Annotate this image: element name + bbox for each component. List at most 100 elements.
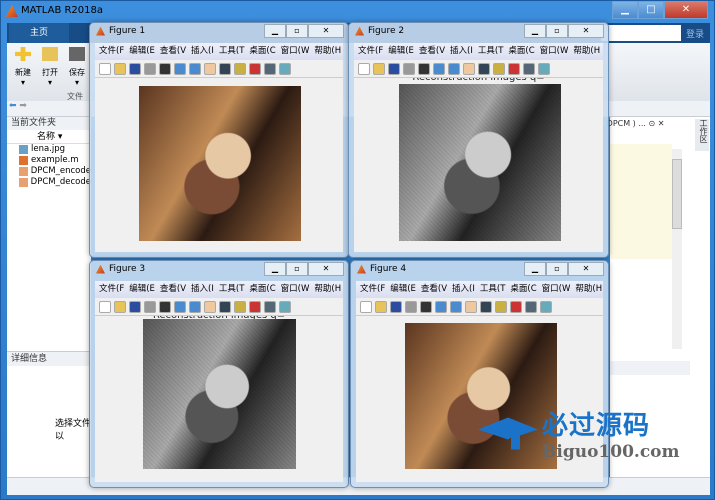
menu-item[interactable]: 插入(I	[452, 281, 475, 298]
file-item[interactable]: example.m	[7, 155, 91, 166]
menu-item[interactable]: 帮助(H	[575, 281, 602, 298]
menu-item[interactable]: 帮助(H	[314, 281, 341, 298]
menu-item[interactable]: 插入(I	[450, 43, 473, 60]
menu-item[interactable]: 工具(T	[478, 43, 504, 60]
zoom-in-icon[interactable]	[435, 301, 447, 313]
zoom-out-icon[interactable]	[450, 301, 462, 313]
rotate-icon[interactable]	[219, 63, 231, 75]
tab-home[interactable]: 主页	[9, 23, 69, 43]
link-icon[interactable]	[525, 301, 537, 313]
open-icon[interactable]	[114, 301, 126, 313]
new-icon[interactable]	[99, 63, 111, 75]
close-button[interactable]: ✕	[308, 24, 344, 38]
pan-icon[interactable]	[204, 301, 216, 313]
menu-item[interactable]: 窗口(W	[542, 281, 571, 298]
save-icon[interactable]	[390, 301, 402, 313]
menu-item[interactable]: 工具(T	[219, 281, 245, 298]
pan-icon[interactable]	[463, 63, 475, 75]
colorbar-icon[interactable]	[540, 301, 552, 313]
menu-item[interactable]: 桌面(C	[249, 281, 275, 298]
save-button[interactable]: 保存 ▾	[65, 47, 89, 87]
save-icon[interactable]	[388, 63, 400, 75]
colorbar-icon[interactable]	[538, 63, 550, 75]
pointer-icon[interactable]	[159, 63, 171, 75]
zoom-out-icon[interactable]	[189, 63, 201, 75]
minimize-button[interactable]: ▁	[264, 24, 286, 38]
zoom-out-icon[interactable]	[189, 301, 201, 313]
restore-button[interactable]: ▫	[286, 262, 308, 276]
menu-item[interactable]: 查看(V	[419, 43, 445, 60]
data-cursor-icon[interactable]	[493, 63, 505, 75]
save-icon[interactable]	[129, 63, 141, 75]
back-icon[interactable]: ⬅	[9, 101, 17, 111]
figure-window[interactable]: Figure 3 ▁ ▫ ✕ 文件(F 编辑(E 查看(V 插入(I 工具(T 桌面(C 窗口(…	[89, 260, 349, 488]
menu-item[interactable]: 文件(F	[358, 43, 383, 60]
rotate-icon[interactable]	[480, 301, 492, 313]
save-icon[interactable]	[129, 301, 141, 313]
data-cursor-icon[interactable]	[234, 301, 246, 313]
editor-tab[interactable]: ( DPCM ) ... ⊙ ✕	[601, 117, 681, 131]
link-icon[interactable]	[264, 301, 276, 313]
link-icon[interactable]	[264, 63, 276, 75]
link-icon[interactable]	[523, 63, 535, 75]
print-icon[interactable]	[403, 63, 415, 75]
data-cursor-icon[interactable]	[234, 63, 246, 75]
workspace-tab[interactable]: 工作区	[695, 119, 709, 151]
brush-icon[interactable]	[249, 63, 261, 75]
search-input[interactable]	[601, 25, 681, 41]
close-button[interactable]: ✕	[568, 24, 604, 38]
minimize-button[interactable]: ▁	[612, 1, 638, 19]
menu-item[interactable]: 编辑(E	[390, 281, 416, 298]
file-item[interactable]: DPCM_decode	[7, 177, 91, 188]
menu-item[interactable]: 桌面(C	[508, 43, 534, 60]
zoom-in-icon[interactable]	[433, 63, 445, 75]
minimize-button[interactable]: ▁	[524, 262, 546, 276]
brush-icon[interactable]	[508, 63, 520, 75]
new-icon[interactable]	[358, 63, 370, 75]
open-icon[interactable]	[375, 301, 387, 313]
pan-icon[interactable]	[204, 63, 216, 75]
menu-item[interactable]: 窗口(W	[281, 43, 310, 60]
menu-item[interactable]: 帮助(H	[573, 43, 600, 60]
menu-item[interactable]: 帮助(H	[314, 43, 341, 60]
zoom-out-icon[interactable]	[448, 63, 460, 75]
brush-icon[interactable]	[249, 301, 261, 313]
menu-item[interactable]: 桌面(C	[249, 43, 275, 60]
restore-button[interactable]: ▫	[546, 262, 568, 276]
print-icon[interactable]	[144, 301, 156, 313]
new-icon[interactable]	[360, 301, 372, 313]
name-column-header[interactable]: 名称 ▾	[7, 130, 91, 144]
scroll-thumb[interactable]	[672, 159, 682, 229]
data-cursor-icon[interactable]	[495, 301, 507, 313]
editor-scrollbar[interactable]	[672, 149, 682, 349]
close-button[interactable]: ✕	[568, 262, 604, 276]
new-button[interactable]: 新建 ▾	[11, 47, 35, 87]
pan-icon[interactable]	[465, 301, 477, 313]
print-icon[interactable]	[405, 301, 417, 313]
rotate-icon[interactable]	[478, 63, 490, 75]
figure-window[interactable]: Figure 1 ▁ ▫ ✕ 文件(F 编辑(E 查看(V 插入(I 工具(T 桌面(C 窗口(…	[89, 22, 349, 258]
menu-item[interactable]: 编辑(E	[129, 43, 155, 60]
close-button[interactable]: ✕	[308, 262, 344, 276]
minimize-button[interactable]: ▁	[264, 262, 286, 276]
menu-item[interactable]: 桌面(C	[510, 281, 536, 298]
menu-item[interactable]: 查看(V	[160, 281, 186, 298]
pointer-icon[interactable]	[418, 63, 430, 75]
menu-item[interactable]: 编辑(E	[388, 43, 414, 60]
file-item[interactable]: lena.jpg	[7, 144, 91, 155]
menu-item[interactable]: 文件(F	[99, 281, 124, 298]
menu-item[interactable]: 工具(T	[219, 43, 245, 60]
brush-icon[interactable]	[510, 301, 522, 313]
zoom-in-icon[interactable]	[174, 63, 186, 75]
colorbar-icon[interactable]	[279, 63, 291, 75]
editor-content[interactable]	[610, 144, 672, 259]
restore-button[interactable]: ▫	[546, 24, 568, 38]
open-icon[interactable]	[373, 63, 385, 75]
forward-icon[interactable]: ➡	[19, 101, 27, 111]
menu-item[interactable]: 文件(F	[99, 43, 124, 60]
minimize-button[interactable]: ▁	[524, 24, 546, 38]
menu-item[interactable]: 插入(I	[191, 43, 214, 60]
rotate-icon[interactable]	[219, 301, 231, 313]
maximize-button[interactable]: □	[638, 1, 664, 19]
file-item[interactable]: DPCM_encode	[7, 166, 91, 177]
